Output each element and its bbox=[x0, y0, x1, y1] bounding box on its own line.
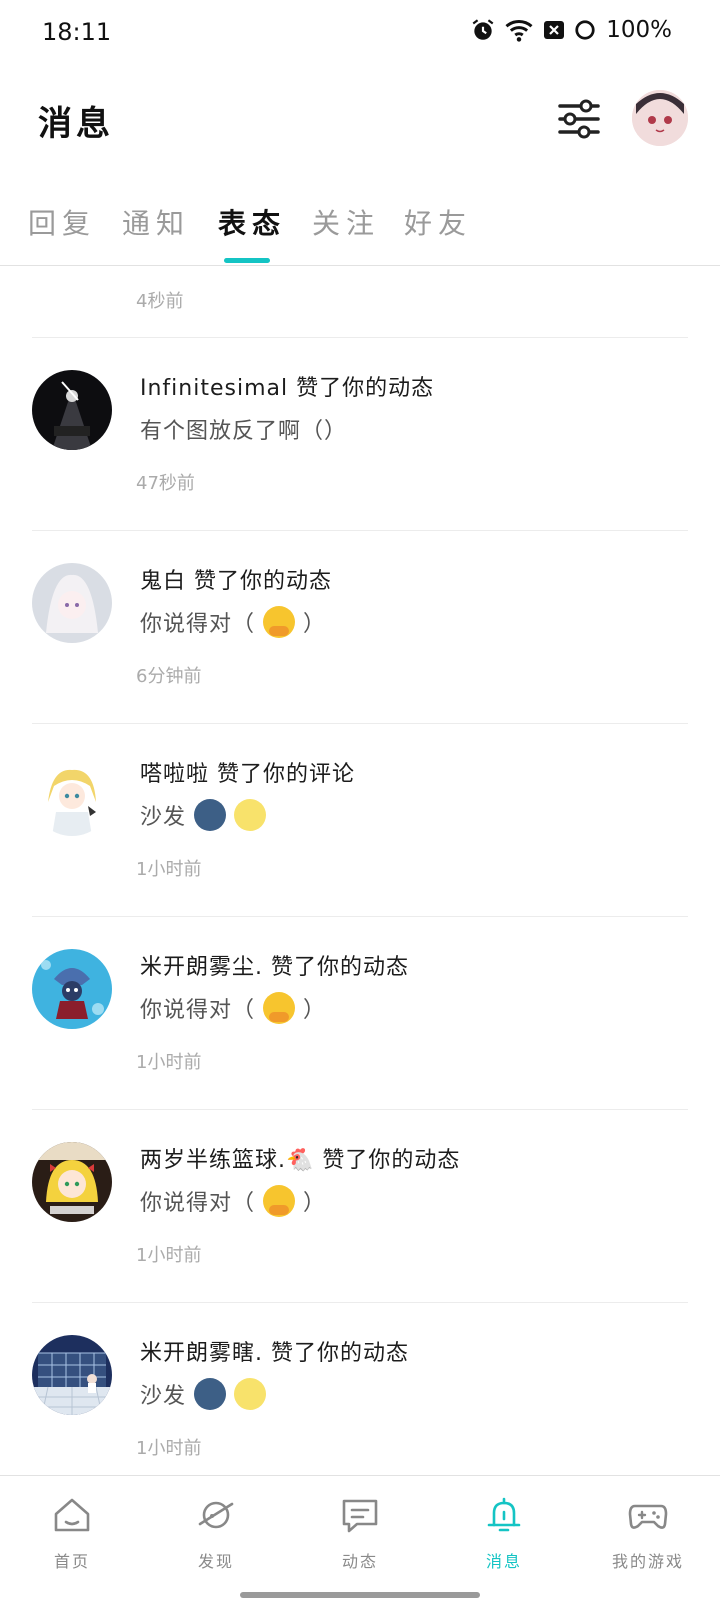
list-item[interactable]: Infinitesimal 赞了你的动态 有个图放反了啊（） 47秒前 bbox=[0, 338, 720, 531]
notification-time: 4秒前 bbox=[136, 291, 184, 312]
avatar[interactable] bbox=[32, 563, 112, 643]
battery-icon bbox=[575, 20, 595, 40]
list-item[interactable]: 米开朗雾尘. 赞了你的动态 你说得对（ ） 1小时前 bbox=[0, 917, 720, 1110]
nav-discover[interactable]: 发现 bbox=[144, 1476, 288, 1584]
nav-label: 发现 bbox=[197, 1552, 234, 1571]
nav-my-games[interactable]: 我的游戏 bbox=[576, 1476, 720, 1584]
notification-time: 1小时前 bbox=[136, 1245, 202, 1266]
list-item[interactable]: 4秒前 bbox=[0, 267, 720, 338]
notification-list: 4秒前 Infinitesimal 赞了你的动态 有个图放反了啊（） 47秒前 … bbox=[0, 267, 720, 1475]
nav-label: 消息 bbox=[485, 1552, 522, 1571]
content-text: 你说得对（ bbox=[140, 998, 256, 1023]
nav-label: 我的游戏 bbox=[611, 1552, 684, 1571]
content-text: 沙发 bbox=[140, 805, 187, 830]
status-time: 18:11 bbox=[42, 18, 112, 46]
action-text: 赞了你的动态 bbox=[194, 569, 333, 594]
actor-name[interactable]: 嗒啦啦 bbox=[140, 762, 209, 787]
sim-off-icon bbox=[544, 21, 565, 39]
status-bar: 18:11 100% bbox=[0, 0, 720, 64]
new-moon-face-emoji bbox=[194, 799, 227, 831]
tab-notice[interactable]: 通知 bbox=[122, 202, 190, 242]
notification-time: 1小时前 bbox=[136, 859, 202, 880]
notification-time: 6分钟前 bbox=[136, 666, 202, 687]
alarm-icon bbox=[472, 19, 494, 40]
actor-name[interactable]: Infinitesimal bbox=[140, 376, 288, 401]
action-text: 赞了你的动态 bbox=[322, 1148, 461, 1173]
home-icon bbox=[54, 1498, 90, 1532]
tab-reply[interactable]: 回复 bbox=[28, 202, 96, 242]
actor-name[interactable]: 鬼白 bbox=[140, 569, 186, 594]
notification-title: 两岁半练篮球.🐔 赞了你的动态 bbox=[140, 1142, 460, 1174]
avatar[interactable] bbox=[32, 949, 112, 1029]
wifi-icon bbox=[505, 19, 533, 42]
nav-label: 首页 bbox=[53, 1552, 90, 1571]
tab-reactions[interactable]: 表态 bbox=[218, 202, 286, 242]
notification-title: 鬼白 赞了你的动态 bbox=[140, 563, 332, 595]
nav-feed[interactable]: 动态 bbox=[288, 1476, 432, 1584]
list-item[interactable]: 两岁半练篮球.🐔 赞了你的动态 你说得对（ ） 1小时前 bbox=[0, 1110, 720, 1303]
notification-title: 米开朗雾尘. 赞了你的动态 bbox=[140, 949, 409, 981]
notification-title: 米开朗雾瞎. 赞了你的动态 bbox=[140, 1335, 409, 1367]
nav-messages[interactable]: 消息 bbox=[432, 1476, 576, 1584]
notification-title: 嗒啦啦 赞了你的评论 bbox=[140, 756, 355, 788]
notification-content: 有个图放反了啊（） bbox=[140, 413, 347, 445]
content-text-end: ） bbox=[303, 612, 327, 637]
gesture-home-bar[interactable] bbox=[240, 1592, 480, 1598]
hugging-face-emoji bbox=[263, 1185, 296, 1217]
full-moon-face-emoji bbox=[234, 799, 267, 831]
content-text-end: ） bbox=[303, 1191, 327, 1216]
actor-name[interactable]: 两岁半练篮球.🐔 bbox=[140, 1148, 314, 1173]
bell-icon bbox=[487, 1497, 521, 1532]
notification-content: 沙发 bbox=[140, 799, 267, 831]
notification-content: 沙发 bbox=[140, 1378, 267, 1410]
filter-settings-icon[interactable] bbox=[556, 96, 602, 142]
list-item[interactable]: 米开朗雾瞎. 赞了你的动态 沙发 1小时前 bbox=[0, 1303, 720, 1475]
avatar[interactable] bbox=[32, 756, 112, 836]
content-text-end: ） bbox=[303, 998, 327, 1023]
notification-content: 你说得对（ ） bbox=[140, 606, 326, 638]
action-text: 赞了你的动态 bbox=[271, 955, 410, 980]
planet-icon bbox=[198, 1501, 234, 1529]
action-text: 赞了你的评论 bbox=[217, 762, 356, 787]
list-item[interactable]: 嗒啦啦 赞了你的评论 沙发 1小时前 bbox=[0, 724, 720, 917]
status-icons: 100% bbox=[470, 17, 672, 43]
list-item[interactable]: 鬼白 赞了你的动态 你说得对（ ） 6分钟前 bbox=[0, 531, 720, 724]
content-text: 你说得对（ bbox=[140, 612, 256, 637]
new-moon-face-emoji bbox=[194, 1378, 227, 1410]
notification-content: 你说得对（ ） bbox=[140, 992, 326, 1024]
notification-title: Infinitesimal 赞了你的动态 bbox=[140, 370, 434, 402]
full-moon-face-emoji bbox=[234, 1378, 267, 1410]
bottom-nav: 首页 发现 动态 消息 我的游戏 bbox=[0, 1475, 720, 1583]
action-text: 赞了你的动态 bbox=[271, 1341, 410, 1366]
actor-name[interactable]: 米开朗雾尘. bbox=[140, 955, 263, 980]
notification-content: 你说得对（ ） bbox=[140, 1185, 326, 1217]
active-tab-indicator bbox=[224, 258, 270, 263]
avatar[interactable] bbox=[32, 1142, 112, 1222]
notification-time: 1小时前 bbox=[136, 1438, 202, 1459]
actor-name[interactable]: 米开朗雾瞎. bbox=[140, 1341, 263, 1366]
battery-percent: 100% bbox=[606, 17, 672, 43]
nav-label: 动态 bbox=[341, 1552, 378, 1571]
content-text: 沙发 bbox=[140, 1384, 187, 1409]
avatar[interactable] bbox=[32, 370, 112, 450]
notification-time: 1小时前 bbox=[136, 1052, 202, 1073]
message-tabs: 回复 通知 表态 关注 好友 bbox=[0, 190, 720, 266]
hugging-face-emoji bbox=[263, 992, 296, 1024]
tab-friends[interactable]: 好友 bbox=[404, 202, 472, 242]
nav-home[interactable]: 首页 bbox=[0, 1476, 144, 1584]
hugging-face-emoji bbox=[263, 606, 296, 638]
content-text: 有个图放反了啊（） bbox=[140, 419, 348, 444]
tab-follow[interactable]: 关注 bbox=[312, 202, 380, 242]
notification-time: 47秒前 bbox=[136, 473, 195, 494]
action-text: 赞了你的动态 bbox=[296, 376, 435, 401]
gamepad-icon bbox=[628, 1504, 668, 1529]
page-title: 消息 bbox=[38, 104, 114, 144]
user-avatar[interactable] bbox=[632, 90, 688, 146]
content-text: 你说得对（ bbox=[140, 1191, 256, 1216]
app-header: 消息 bbox=[0, 80, 720, 160]
chat-icon bbox=[342, 1499, 378, 1533]
avatar[interactable] bbox=[32, 1335, 112, 1415]
